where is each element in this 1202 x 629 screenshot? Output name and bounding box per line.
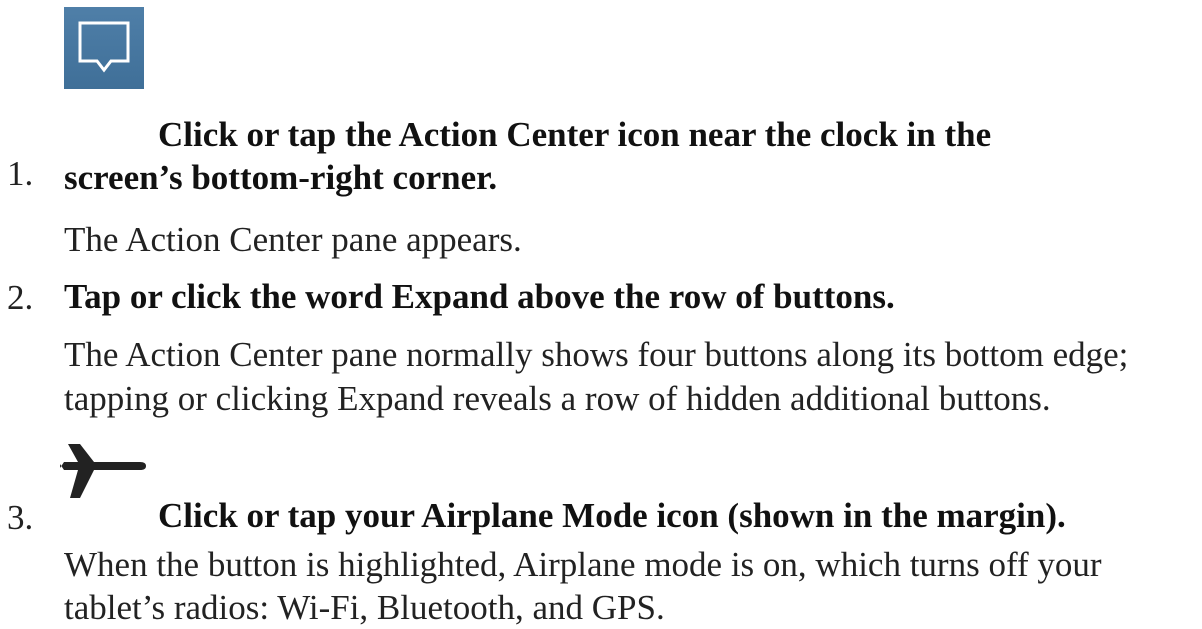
- step-body: The Action Center pane appears.: [64, 220, 522, 259]
- action-center-icon: [64, 7, 144, 89]
- airplane-icon: [60, 436, 146, 498]
- step-heading: Click or tap the Action Center icon near…: [158, 115, 992, 154]
- step-body: When the button is highlighted, Airplane…: [64, 545, 1102, 627]
- step-number: 3.: [7, 498, 34, 537]
- step-heading: Tap or click the word Expand above the r…: [64, 277, 895, 316]
- step-number: 1.: [7, 154, 34, 193]
- step-heading-continued: screen’s bottom-right corner.: [64, 158, 498, 197]
- step-heading: Click or tap your Airplane Mode icon (sh…: [158, 496, 1066, 535]
- step-body: The Action Center pane normally shows fo…: [64, 335, 1129, 418]
- step-number: 2.: [7, 278, 34, 317]
